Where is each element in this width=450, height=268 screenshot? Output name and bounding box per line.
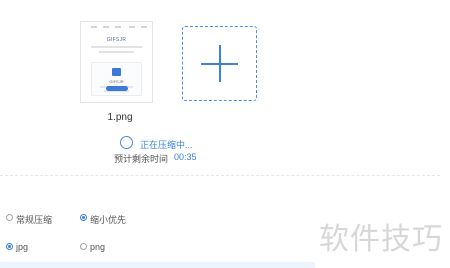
radio-format-jpg[interactable]: jpg [6, 242, 28, 252]
radio-normal-compress[interactable]: 常规压缩 [6, 213, 52, 226]
radio-label: 常规压缩 [16, 215, 53, 225]
file-name: 1.png [107, 112, 133, 123]
radio-checked-icon[interactable] [80, 214, 87, 221]
thumbnail-upload-card: GIFSJR [91, 62, 142, 96]
radio-checked-icon[interactable] [6, 243, 13, 250]
radio-label: 缩小优先 [90, 215, 127, 225]
thumbnail-text-line [99, 51, 134, 53]
thumbnail-text-line [91, 46, 142, 48]
remaining-time-value: 00:35 [174, 152, 197, 162]
radio-unchecked-icon[interactable] [6, 214, 13, 221]
plus-icon-vertical [219, 45, 221, 82]
compression-status: 正在压缩中... [140, 140, 193, 150]
thumbnail-brand-text: GIFSJR [106, 37, 127, 43]
image-icon [112, 68, 121, 76]
add-file-button[interactable] [182, 26, 257, 101]
section-divider [0, 175, 440, 176]
radio-size-priority[interactable]: 缩小优先 [80, 213, 126, 226]
radio-label: jpg [16, 242, 29, 252]
spinner-icon [120, 136, 133, 149]
thumbnail-card-button [105, 86, 128, 91]
radio-label: png [90, 242, 106, 252]
remaining-time-label: 预计剩余时间 [114, 154, 169, 164]
radio-format-png[interactable]: png [80, 242, 105, 252]
thumbnail-topbar [87, 26, 147, 29]
bottom-strip [0, 262, 315, 268]
thumbnail-card-text: GIFSJR [109, 79, 124, 84]
watermark: 软件技巧 [319, 223, 443, 256]
radio-unchecked-icon[interactable] [80, 243, 87, 250]
file-thumbnail[interactable]: GIFSJR GIFSJR [80, 21, 153, 103]
